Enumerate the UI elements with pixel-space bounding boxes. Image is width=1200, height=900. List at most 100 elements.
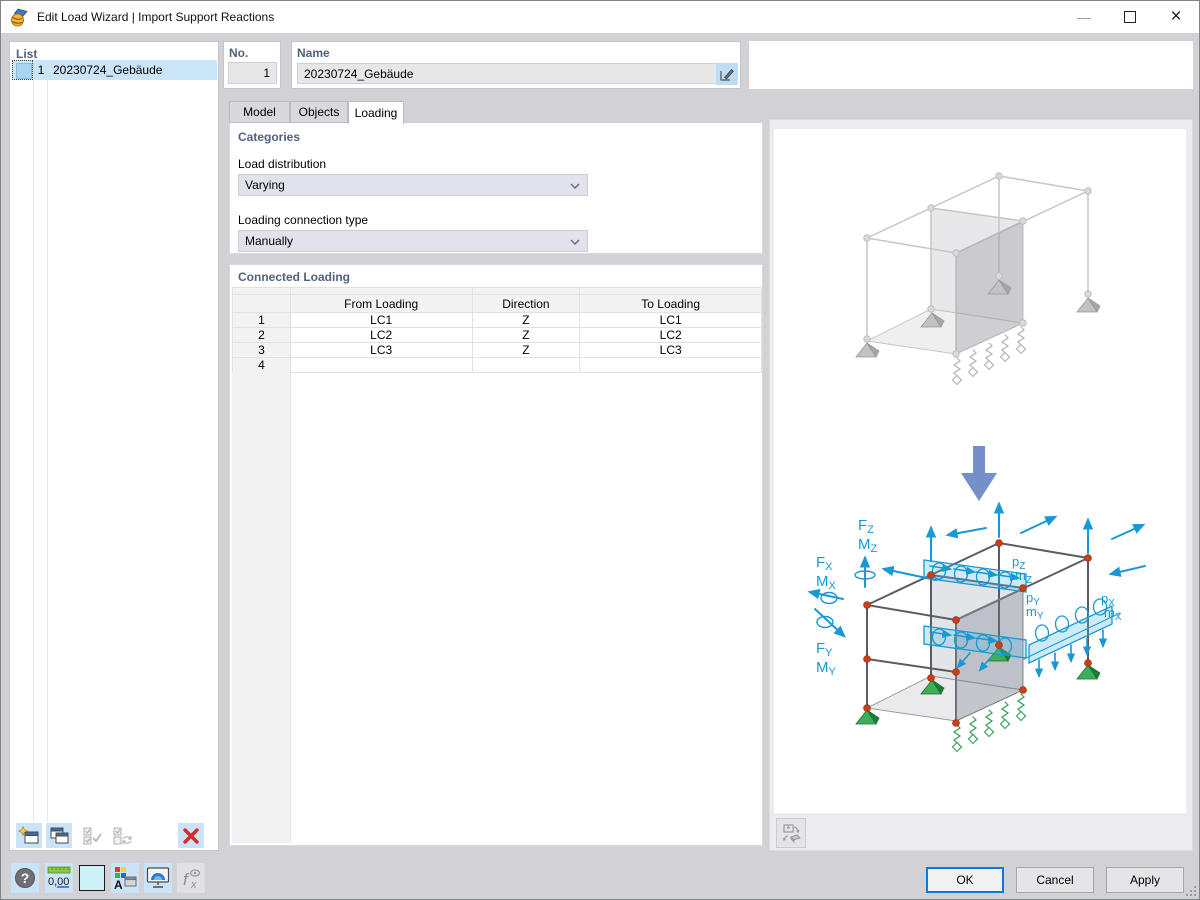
- svg-text:?: ?: [21, 870, 30, 886]
- window-title: Edit Load Wizard | Import Support Reacti…: [37, 10, 275, 24]
- svg-text:MX: MX: [816, 573, 837, 592]
- force-labels: FZ MZ FX MX FY MY: [816, 517, 878, 678]
- load-distribution-select[interactable]: Varying: [238, 174, 588, 196]
- no-field: 1: [228, 62, 277, 84]
- find-object-button[interactable]: ?: [11, 863, 39, 893]
- applied-load-arrow: [961, 446, 997, 501]
- chevron-down-icon: [570, 239, 580, 245]
- svg-text:0,00: 0,00: [48, 876, 69, 888]
- connection-type-select[interactable]: Manually: [238, 230, 588, 252]
- list-column-divider: [33, 60, 34, 822]
- preview-canvas[interactable]: FZ MZ FX MX FY MY pZ mZ pY mY pX mX: [774, 129, 1186, 813]
- switch-view-icon: [782, 824, 801, 843]
- rename-button[interactable]: [716, 63, 738, 85]
- row-number-strip: [232, 372, 291, 843]
- apply-button[interactable]: Apply: [1106, 867, 1184, 893]
- connection-type-label: Loading connection type: [238, 213, 369, 227]
- no-panel: No. 1: [223, 41, 281, 89]
- display-properties-icon: A: [114, 867, 137, 891]
- distributed-load-labels: pZ mZ pY mY pX mX: [1012, 554, 1122, 623]
- resize-grip[interactable]: [1186, 886, 1196, 896]
- col-to-loading: To Loading: [579, 294, 762, 313]
- invert-checks-button[interactable]: [110, 823, 136, 848]
- formula-fx-icon: f x: [183, 869, 201, 891]
- categories-header: Categories: [238, 130, 301, 144]
- connected-loading-table[interactable]: From Loading Direction To Loading 1 LC1 Z…: [232, 287, 762, 373]
- list-toolbar: [10, 822, 218, 850]
- svg-text:FY: FY: [816, 640, 833, 659]
- table-row[interactable]: 3 LC3 Z LC3: [232, 342, 762, 358]
- new-item-button[interactable]: [16, 823, 42, 848]
- load-distribution-label: Load distribution: [238, 157, 327, 171]
- rename-pencil-icon: [719, 68, 734, 81]
- delete-icon: [183, 827, 199, 844]
- svg-text:FX: FX: [816, 554, 833, 573]
- invert-checks-icon: [113, 827, 132, 844]
- list-header: List: [16, 47, 38, 61]
- units-decimal-icon: 0,00: [47, 866, 71, 888]
- tabstrip: Model Objects Loading: [229, 101, 763, 124]
- connected-loading-section: Connected Loading From Loading Direction…: [229, 264, 763, 846]
- new-item-icon: [18, 825, 39, 843]
- copy-item-icon: [50, 827, 69, 843]
- svg-text:A: A: [114, 878, 123, 891]
- maximize-icon: [1124, 11, 1136, 23]
- minimize-button[interactable]: —: [1061, 1, 1107, 33]
- list-item[interactable]: 1 20230724_Gebäude: [12, 60, 217, 80]
- maximize-button[interactable]: [1107, 1, 1153, 33]
- list-item-checkbox[interactable]: [12, 60, 33, 80]
- load-direction-diagram: FZ MZ FX MX FY MY pZ mZ pY mY pX mX: [807, 446, 1146, 752]
- tab-loading[interactable]: Loading: [348, 101, 404, 124]
- table-row[interactable]: 2 LC2 Z LC2: [232, 327, 762, 343]
- units-settings-button[interactable]: 0,00: [45, 863, 73, 893]
- svg-text:FZ: FZ: [858, 517, 874, 536]
- ok-button[interactable]: OK: [926, 867, 1004, 893]
- no-label: No.: [229, 46, 249, 60]
- find-object-icon: ?: [15, 868, 35, 888]
- name-panel: Name 20230724_Gebäude: [291, 41, 741, 89]
- tab-objects[interactable]: Objects: [290, 101, 348, 123]
- delete-item-button[interactable]: [178, 823, 204, 848]
- copy-item-button[interactable]: [46, 823, 72, 848]
- titlebar[interactable]: Edit Load Wizard | Import Support Reacti…: [1, 1, 1199, 33]
- check-all-icon: [83, 827, 102, 844]
- background-color-button[interactable]: [79, 865, 105, 891]
- connected-loading-header: Connected Loading: [238, 270, 350, 284]
- checkbox-fill: [16, 63, 32, 79]
- list-column-divider: [47, 60, 48, 822]
- close-button[interactable]: ×: [1153, 1, 1199, 33]
- top-right-empty-panel: [749, 41, 1193, 89]
- name-label: Name: [297, 46, 330, 60]
- col-direction: Direction: [471, 294, 581, 313]
- rendering-button[interactable]: [144, 863, 172, 893]
- model-structure-diagram: [856, 172, 1100, 385]
- svg-text:MY: MY: [816, 659, 837, 678]
- tab-model[interactable]: Model: [229, 101, 290, 123]
- svg-text:MZ: MZ: [858, 536, 878, 555]
- load-wizard-icon: [11, 8, 28, 26]
- formula-button-disabled[interactable]: f x: [177, 863, 205, 893]
- toggle-preview-button[interactable]: [776, 818, 806, 848]
- list-item-number: 1: [37, 63, 45, 77]
- load-distribution-value: Varying: [245, 178, 285, 192]
- name-input[interactable]: 20230724_Gebäude: [297, 63, 723, 84]
- col-from-loading: From Loading: [289, 294, 473, 313]
- svg-text:mY: mY: [1026, 604, 1044, 622]
- preview-panel: FZ MZ FX MX FY MY pZ mZ pY mY pX mX: [769, 119, 1193, 851]
- rendering-monitor-icon: [146, 867, 170, 888]
- table-band-row: [232, 287, 762, 295]
- chevron-down-icon: [570, 183, 580, 189]
- svg-text:f: f: [183, 870, 190, 889]
- check-all-button[interactable]: [80, 823, 106, 848]
- categories-section: Categories Load distribution Varying Loa…: [229, 123, 763, 254]
- table-row[interactable]: 4: [232, 357, 762, 373]
- cancel-button[interactable]: Cancel: [1016, 867, 1094, 893]
- connection-type-value: Manually: [245, 234, 294, 248]
- list-panel: List 1 20230724_Gebäude: [9, 41, 219, 851]
- table-header-row: From Loading Direction To Loading: [232, 294, 762, 313]
- svg-text:x: x: [190, 879, 197, 891]
- table-row[interactable]: 1 LC1 Z LC1: [232, 312, 762, 328]
- corner-cell: [232, 294, 291, 313]
- display-properties-button[interactable]: A: [111, 863, 139, 893]
- edit-load-wizard-dialog: Edit Load Wizard | Import Support Reacti…: [0, 0, 1200, 900]
